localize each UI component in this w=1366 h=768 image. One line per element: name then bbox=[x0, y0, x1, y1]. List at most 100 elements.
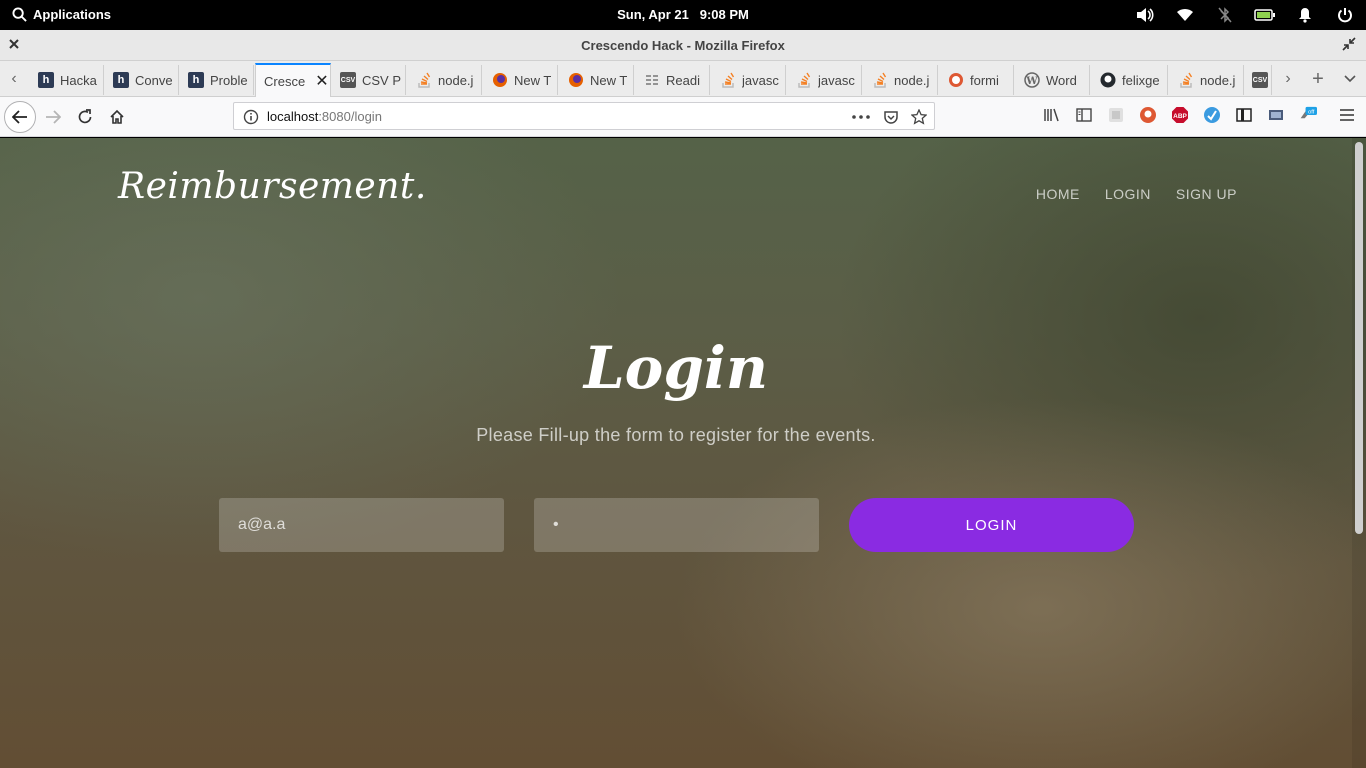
navigation-toolbar: localhost:8080/login ABP off bbox=[0, 97, 1366, 137]
tab[interactable]: W Word bbox=[1016, 65, 1090, 95]
reload-icon bbox=[78, 109, 92, 124]
tab[interactable]: formi bbox=[940, 65, 1014, 95]
sidebar-icon[interactable] bbox=[1075, 106, 1093, 124]
pocket-icon[interactable] bbox=[882, 108, 900, 126]
url-text[interactable]: localhost:8080/login bbox=[267, 109, 382, 124]
power-icon[interactable] bbox=[1334, 5, 1356, 25]
tab-label: Readi bbox=[666, 72, 700, 88]
tab-label: Word bbox=[1046, 72, 1077, 88]
firefox-icon bbox=[568, 72, 584, 88]
applications-label: Applications bbox=[33, 7, 112, 22]
home-button[interactable] bbox=[104, 104, 130, 130]
library-icon[interactable] bbox=[1043, 106, 1061, 124]
bluetooth-off-icon[interactable] bbox=[1214, 5, 1236, 25]
tab[interactable]: node.j bbox=[408, 65, 482, 95]
tab-label: Hacka bbox=[60, 72, 97, 88]
volume-icon[interactable] bbox=[1134, 5, 1156, 25]
tab-label: CSV P bbox=[362, 72, 402, 88]
new-tab-icon[interactable]: + bbox=[1308, 69, 1328, 89]
tab-strip: ‹ h Hacka h Conve h Proble Cresce ✕ CSV … bbox=[0, 61, 1366, 97]
page-actions-icon[interactable] bbox=[852, 108, 870, 126]
tab[interactable]: CSV bbox=[1246, 65, 1272, 95]
tab[interactable]: New T bbox=[560, 65, 634, 95]
bookmark-star-icon[interactable] bbox=[910, 108, 928, 126]
window-restore-icon[interactable] bbox=[1342, 37, 1358, 53]
login-button[interactable]: LOGIN bbox=[849, 498, 1134, 552]
tab[interactable]: CSV CSV P bbox=[332, 65, 406, 95]
duckduckgo-icon bbox=[948, 72, 964, 88]
password-field[interactable] bbox=[534, 498, 819, 552]
csv-icon: CSV bbox=[1252, 72, 1268, 88]
screenshot-extension-icon[interactable] bbox=[1107, 106, 1125, 124]
tab[interactable]: h Proble bbox=[180, 65, 254, 95]
tab[interactable]: New T bbox=[484, 65, 558, 95]
tab-label: New T bbox=[590, 72, 628, 88]
window-title-bar: Crescendo Hack - Mozilla Firefox bbox=[0, 30, 1366, 61]
tab-label: New T bbox=[514, 72, 552, 88]
tab-active[interactable]: Cresce ✕ bbox=[255, 63, 331, 97]
tab[interactable]: h Hacka bbox=[30, 65, 104, 95]
wifi-icon[interactable] bbox=[1174, 5, 1196, 25]
hamburger-menu-icon[interactable] bbox=[1338, 106, 1356, 124]
tab-label: Cresce bbox=[264, 73, 306, 89]
scrollbar-thumb[interactable] bbox=[1355, 142, 1363, 534]
duckduckgo-extension-icon[interactable] bbox=[1139, 106, 1157, 124]
extension-off-icon[interactable]: off bbox=[1299, 106, 1317, 124]
page-title: Login bbox=[583, 334, 769, 402]
tab-label: javasc bbox=[818, 72, 855, 88]
hackerearth-icon: h bbox=[188, 72, 204, 88]
tab-label: Proble bbox=[210, 72, 248, 88]
stackoverflow-icon bbox=[796, 72, 812, 88]
nav-login-link[interactable]: LOGIN bbox=[1105, 186, 1151, 202]
tab[interactable]: Readi bbox=[636, 65, 710, 95]
notifications-icon[interactable] bbox=[1294, 5, 1316, 25]
back-button[interactable] bbox=[4, 101, 36, 133]
hackerearth-icon: h bbox=[113, 72, 129, 88]
url-path: :8080/login bbox=[318, 109, 382, 124]
reader-icon bbox=[644, 72, 660, 88]
reload-button[interactable] bbox=[72, 104, 98, 130]
url-host: localhost bbox=[267, 109, 319, 124]
page-subtitle: Please Fill-up the form to register for … bbox=[476, 425, 876, 445]
page-scrollbar[interactable] bbox=[1352, 138, 1366, 768]
screen-extension-icon[interactable] bbox=[1267, 106, 1285, 124]
svg-text:off: off bbox=[1308, 109, 1315, 115]
tab[interactable]: node.j bbox=[864, 65, 938, 95]
site-nav: HOME LOGIN SIGN UP bbox=[1036, 186, 1237, 202]
stackoverflow-icon bbox=[720, 72, 736, 88]
address-bar[interactable]: localhost:8080/login bbox=[233, 102, 935, 130]
home-icon bbox=[110, 109, 124, 124]
tabs-scroll-right-icon[interactable]: › bbox=[1278, 69, 1298, 89]
applications-menu[interactable]: Applications bbox=[12, 7, 111, 22]
forward-button[interactable] bbox=[40, 104, 66, 130]
stackoverflow-icon bbox=[416, 72, 432, 88]
svg-text:ABP: ABP bbox=[1173, 113, 1187, 120]
tab-label: node.j bbox=[1200, 72, 1236, 88]
svg-text:W: W bbox=[1025, 76, 1038, 87]
email-field[interactable] bbox=[219, 498, 504, 552]
brand-logo[interactable]: Reimbursement. bbox=[118, 166, 427, 207]
tab[interactable]: node.j bbox=[1170, 65, 1244, 95]
nav-home-link[interactable]: HOME bbox=[1036, 186, 1080, 202]
window-title: Crescendo Hack - Mozilla Firefox bbox=[581, 38, 785, 53]
system-tray bbox=[1134, 5, 1356, 25]
adblock-plus-icon[interactable]: ABP bbox=[1171, 106, 1189, 124]
tab-label: node.j bbox=[894, 72, 930, 88]
tab-label: felixge bbox=[1122, 72, 1160, 88]
hackerearth-icon: h bbox=[38, 72, 54, 88]
tab-label: javasc bbox=[742, 72, 779, 88]
site-info-icon[interactable] bbox=[243, 109, 259, 125]
web-page: Reimbursement. HOME LOGIN SIGN UP Login … bbox=[0, 138, 1366, 768]
firefox-icon bbox=[492, 72, 508, 88]
tabs-list-chevron-down-icon[interactable] bbox=[1340, 69, 1360, 89]
reader-extension-icon[interactable] bbox=[1235, 106, 1253, 124]
nav-signup-link[interactable]: SIGN UP bbox=[1176, 186, 1237, 202]
tab[interactable]: javasc bbox=[712, 65, 786, 95]
tab[interactable]: javasc bbox=[788, 65, 862, 95]
tab-close-icon[interactable]: ✕ bbox=[315, 71, 328, 91]
tab[interactable]: h Conve bbox=[105, 65, 179, 95]
extension-blue-icon[interactable] bbox=[1203, 106, 1221, 124]
tabs-scroll-left-icon[interactable]: ‹ bbox=[4, 69, 24, 89]
tab[interactable]: felixge bbox=[1092, 65, 1168, 95]
battery-icon[interactable] bbox=[1254, 5, 1276, 25]
